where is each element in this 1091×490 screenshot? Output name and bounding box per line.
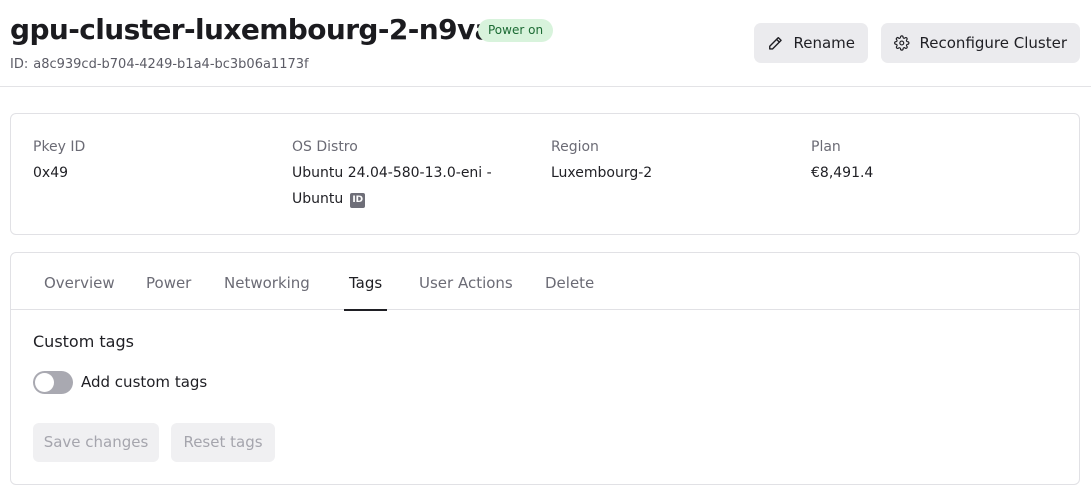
page-header: gpu-cluster-luxembourg-2-n9vam Power on … xyxy=(0,0,1091,87)
info-os-label: OS Distro xyxy=(292,139,358,155)
reset-tags-button[interactable]: Reset tags xyxy=(171,423,275,462)
custom-tags-toggle[interactable] xyxy=(33,371,73,394)
status-badge: Power on xyxy=(478,19,554,42)
info-os-distro: OS Distro Ubuntu 24.04-580-13.0-eni - Ub… xyxy=(292,136,532,212)
id-icon[interactable]: ID xyxy=(350,193,366,208)
gear-icon xyxy=(894,35,910,51)
tab-networking[interactable]: Networking xyxy=(224,253,310,310)
reconfigure-cluster-label: Reconfigure Cluster xyxy=(919,34,1067,52)
cluster-id-label: ID: xyxy=(10,57,29,72)
info-pkey-label: Pkey ID xyxy=(33,139,86,155)
info-plan-value: €8,491.4 xyxy=(811,165,874,181)
tab-tags[interactable]: Tags xyxy=(343,253,388,311)
info-pkey: Pkey ID 0x49 xyxy=(33,136,273,186)
save-changes-button[interactable]: Save changes xyxy=(33,423,159,462)
info-region-label: Region xyxy=(551,139,599,155)
tab-delete[interactable]: Delete xyxy=(545,253,594,310)
info-plan-label: Plan xyxy=(811,139,841,155)
info-os-value-name: Ubuntu xyxy=(292,191,344,207)
tabs-card: Overview Power Networking Tags User Acti… xyxy=(10,252,1080,485)
rename-button-label: Rename xyxy=(793,34,855,52)
info-pkey-value: 0x49 xyxy=(33,165,69,181)
custom-tags-toggle-label[interactable]: Add custom tags xyxy=(81,372,207,393)
tab-overview[interactable]: Overview xyxy=(44,253,115,310)
rename-button[interactable]: Rename xyxy=(754,23,868,63)
tab-bar: Overview Power Networking Tags User Acti… xyxy=(11,253,1079,311)
pencil-icon xyxy=(769,36,782,50)
cluster-info-card: Pkey ID 0x49 OS Distro Ubuntu 24.04-580-… xyxy=(10,113,1080,235)
info-os-value: Ubuntu 24.04-580-13.0-eni - Ubuntu ID xyxy=(292,160,532,212)
info-os-value-line2: Ubuntu ID xyxy=(292,186,532,212)
cluster-id: ID: a8c939cd-b704-4249-b1a4-bc3b06a1173f xyxy=(10,56,309,74)
cluster-id-value: a8c939cd-b704-4249-b1a4-bc3b06a1173f xyxy=(33,57,309,72)
reconfigure-cluster-button[interactable]: Reconfigure Cluster xyxy=(881,23,1080,63)
info-plan: Plan €8,491.4 xyxy=(811,136,1051,186)
tab-user-actions[interactable]: User Actions xyxy=(419,253,513,310)
info-region: Region Luxembourg-2 xyxy=(551,136,791,186)
custom-tags-heading: Custom tags xyxy=(33,332,134,351)
info-region-value: Luxembourg-2 xyxy=(551,165,653,181)
toggle-knob xyxy=(35,373,54,392)
page-title: gpu-cluster-luxembourg-2-n9vam xyxy=(10,13,522,46)
info-os-value-line1: Ubuntu 24.04-580-13.0-eni - xyxy=(292,165,492,181)
tab-power[interactable]: Power xyxy=(146,253,191,310)
